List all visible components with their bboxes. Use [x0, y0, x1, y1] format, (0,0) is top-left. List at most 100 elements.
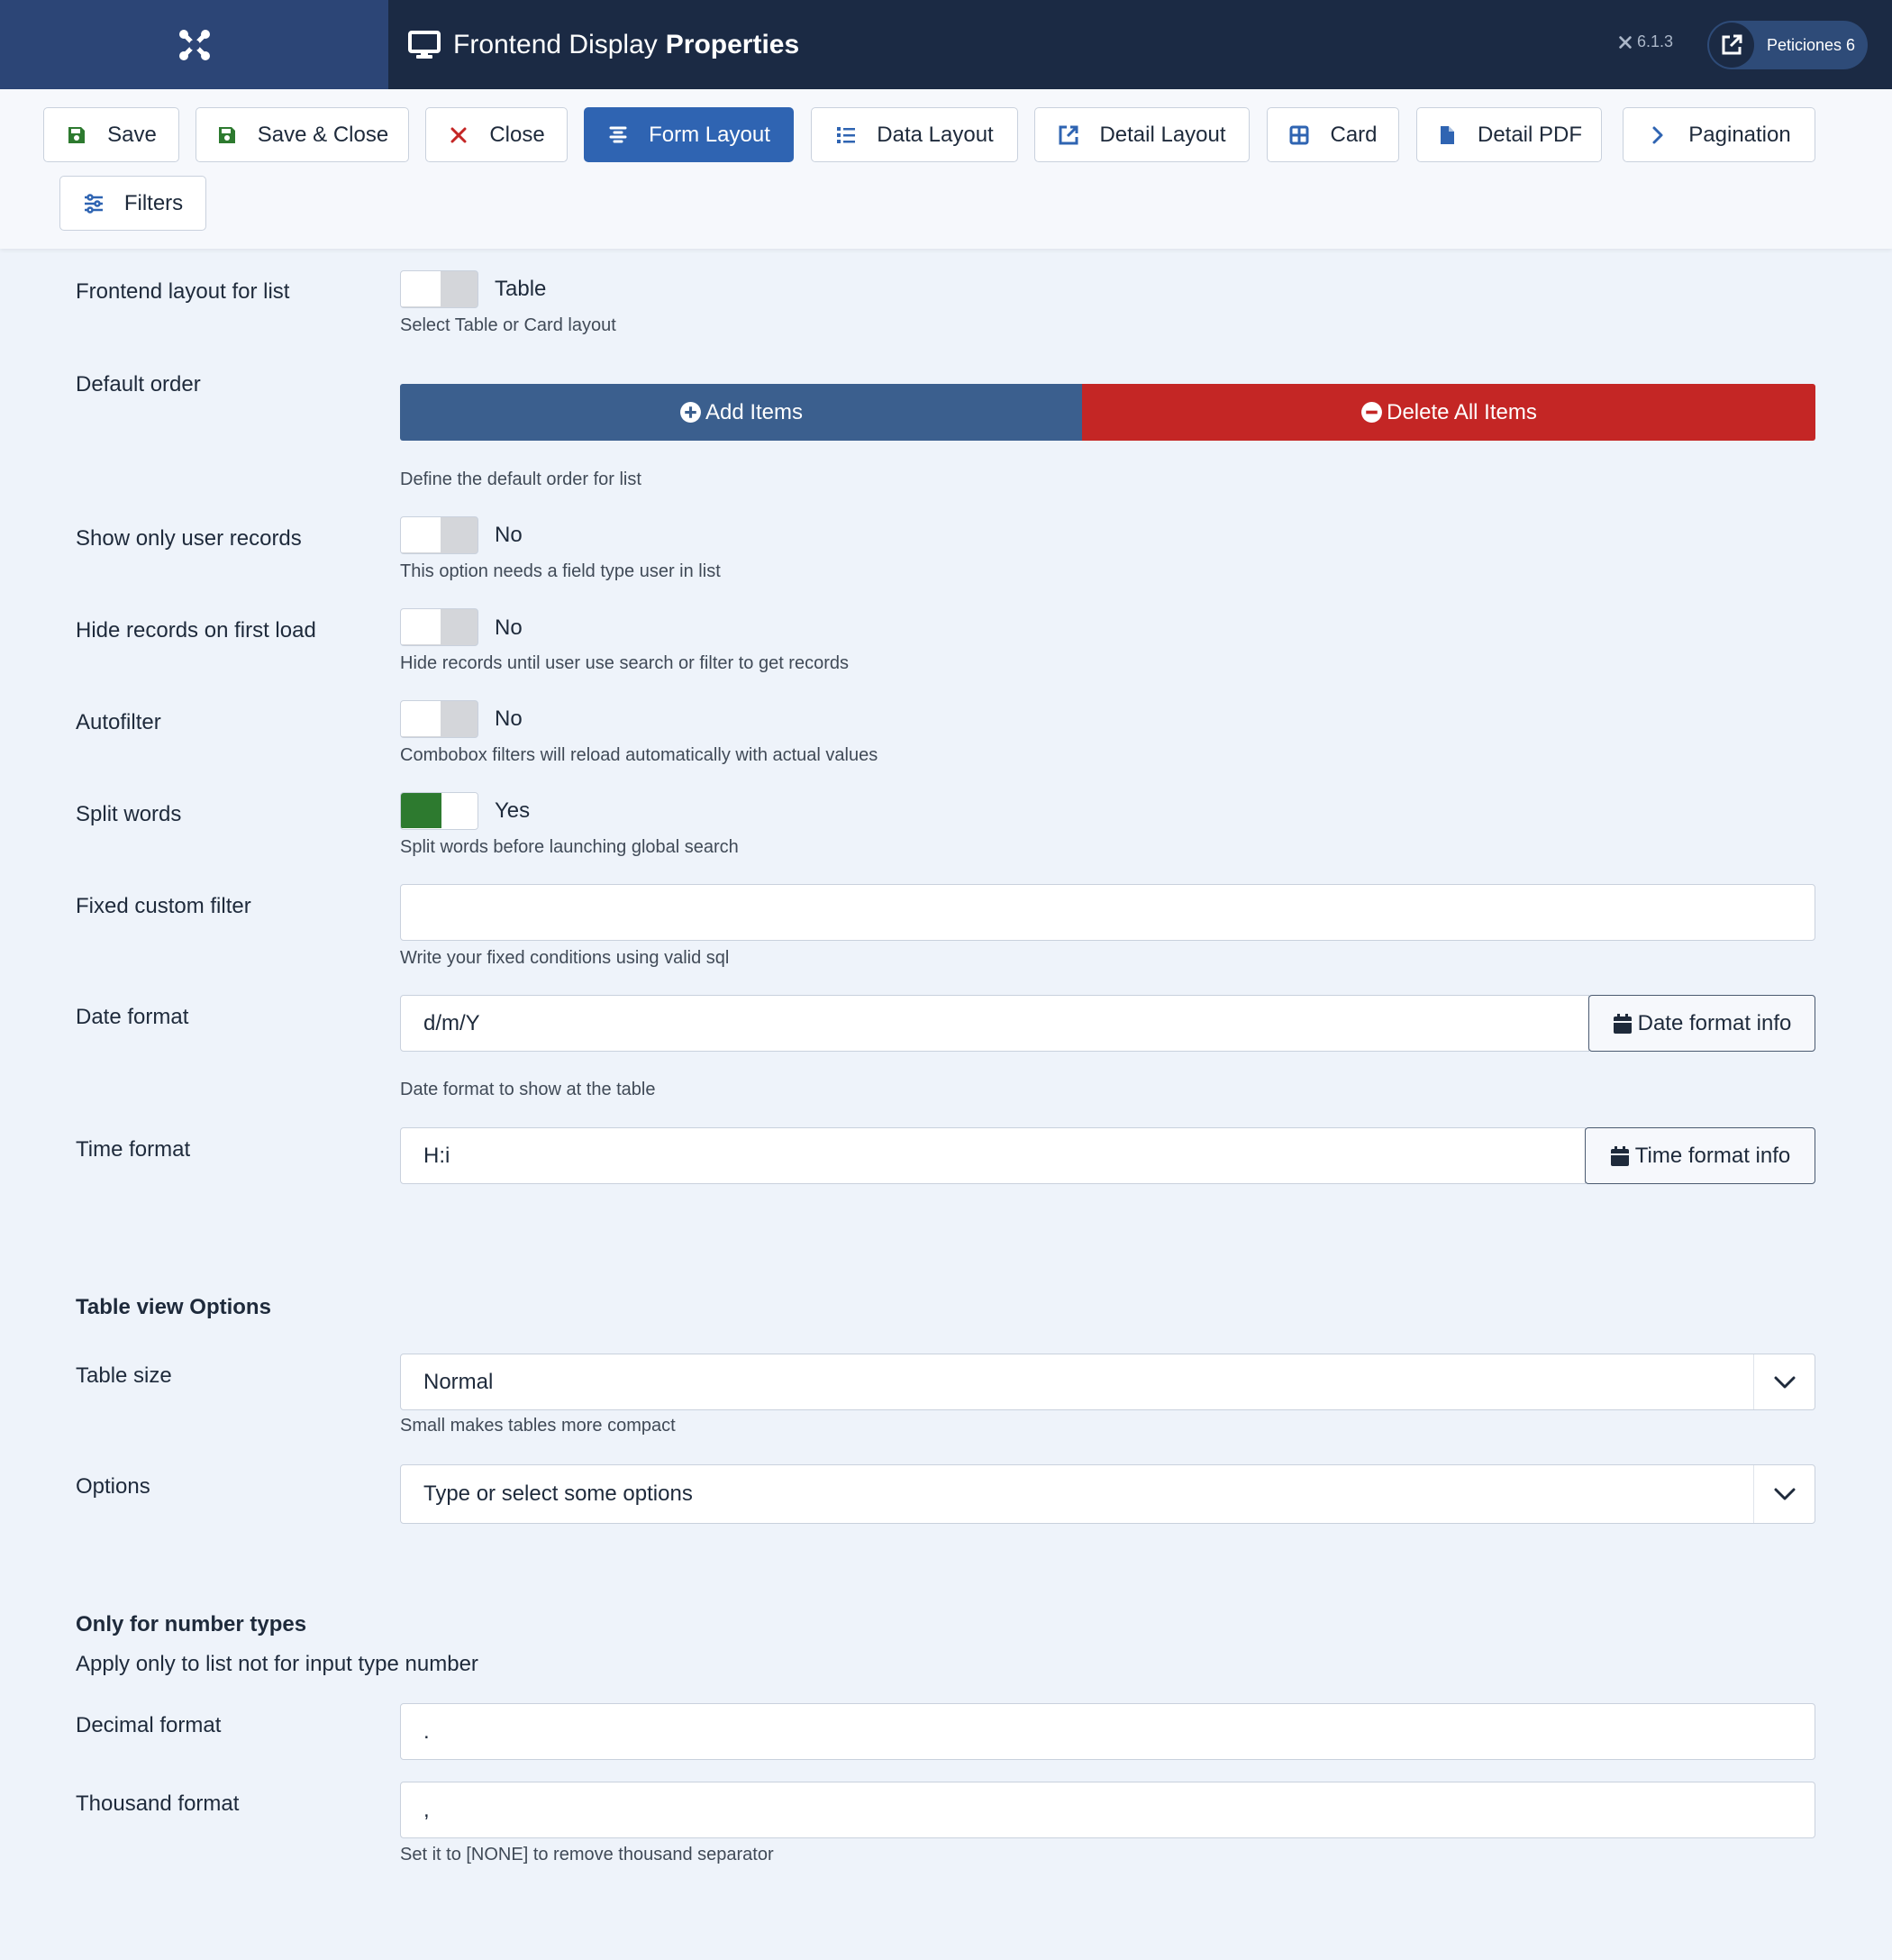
- frontend-layout-switch[interactable]: [400, 270, 478, 308]
- close-button-label: Close: [489, 122, 545, 147]
- detail-layout-button-label: Detail Layout: [1099, 122, 1226, 147]
- table-size-label: Table size: [76, 1363, 172, 1388]
- filters-button-label: Filters: [123, 190, 184, 215]
- list-icon: [837, 126, 856, 143]
- options-select[interactable]: Type or select some options: [400, 1464, 1815, 1524]
- page-title: Frontend Display Properties: [408, 30, 799, 60]
- options-label: Options: [76, 1474, 150, 1499]
- page-title-bold: Properties: [665, 29, 800, 59]
- add-items-button[interactable]: Add Items: [400, 384, 1082, 441]
- show-only-user-label: Show only user records: [76, 526, 302, 551]
- show-only-user-switch[interactable]: [400, 516, 478, 554]
- decimal-format-input[interactable]: .: [400, 1703, 1815, 1760]
- sliders-icon: [84, 193, 103, 214]
- detail-pdf-button-label: Detail PDF: [1477, 122, 1583, 147]
- split-words-switch[interactable]: [400, 792, 478, 830]
- save-button-label: Save: [107, 122, 157, 147]
- fixed-filter-input[interactable]: [400, 884, 1815, 941]
- joomla-small-icon: [1619, 35, 1632, 49]
- fixed-filter-hint: Write your fixed conditions using valid …: [400, 948, 730, 968]
- version-text: 6.1.3: [1637, 32, 1674, 50]
- detail-layout-button[interactable]: Detail Layout: [1034, 107, 1250, 162]
- site-link-button[interactable]: Peticiones 6: [1707, 21, 1868, 69]
- hide-first-load-switch[interactable]: [400, 608, 478, 646]
- brand-logo-area[interactable]: [0, 0, 388, 89]
- table-size-value: Normal: [423, 1369, 494, 1394]
- close-icon: [450, 127, 467, 142]
- external-link-icon: [1722, 34, 1742, 55]
- split-words-value: Yes: [495, 798, 531, 823]
- number-types-section-title: Only for number types: [76, 1612, 307, 1636]
- chevron-down-icon: [1774, 1376, 1795, 1388]
- form-layout-button[interactable]: Form Layout: [584, 107, 794, 162]
- hide-first-load-hint: Hide records until user use search or fi…: [400, 653, 849, 673]
- hide-first-load-value: No: [495, 615, 523, 640]
- minus-circle-icon: [1361, 402, 1383, 423]
- show-only-user-hint: This option needs a field type user in l…: [400, 561, 721, 581]
- close-button[interactable]: Close: [425, 107, 568, 162]
- autofilter-switch[interactable]: [400, 700, 478, 738]
- detail-pdf-button[interactable]: Detail PDF: [1416, 107, 1602, 162]
- save-close-button[interactable]: Save & Close: [196, 107, 409, 162]
- hide-first-load-label: Hide records on first load: [76, 618, 316, 643]
- calendar-icon: [1613, 1013, 1632, 1034]
- time-format-info-button[interactable]: Time format info: [1585, 1127, 1815, 1184]
- calendar-icon: [1610, 1145, 1629, 1166]
- default-order-label: Default order: [76, 372, 201, 397]
- save-close-button-label: Save & Close: [257, 122, 389, 147]
- decimal-format-label: Decimal format: [76, 1713, 222, 1737]
- site-link-label: Peticiones 6: [1767, 35, 1856, 54]
- thousand-format-hint: Set it to [NONE] to remove thousand sepa…: [400, 1845, 774, 1864]
- frontend-layout-label: Frontend layout for list: [76, 279, 290, 304]
- switch-fill: [401, 793, 441, 828]
- options-chevron[interactable]: [1753, 1465, 1815, 1523]
- table-size-select[interactable]: Normal: [400, 1354, 1815, 1410]
- plus-circle-icon: [680, 402, 701, 423]
- date-format-info-label: Date format info: [1637, 1010, 1792, 1035]
- card-button[interactable]: Card: [1267, 107, 1399, 162]
- page-title-regular: Frontend Display: [453, 29, 658, 59]
- save-button[interactable]: Save: [43, 107, 179, 162]
- table-view-section-title: Table view Options: [76, 1295, 271, 1319]
- thousand-format-label: Thousand format: [76, 1791, 240, 1816]
- data-layout-button-label: Data Layout: [877, 122, 994, 147]
- card-button-label: Card: [1330, 122, 1378, 147]
- switch-knob: [401, 271, 441, 306]
- time-format-label: Time format: [76, 1137, 191, 1162]
- default-order-hint: Define the default order for list: [400, 469, 641, 489]
- time-format-input[interactable]: H:i: [400, 1127, 1586, 1184]
- table-size-chevron[interactable]: [1753, 1354, 1815, 1409]
- top-header: Frontend Display Properties 6.1.3 Petici…: [0, 0, 1892, 89]
- date-format-label: Date format: [76, 1005, 189, 1029]
- data-layout-button[interactable]: Data Layout: [811, 107, 1018, 162]
- number-types-subtitle: Apply only to list not for input type nu…: [76, 1652, 478, 1676]
- table-size-hint: Small makes tables more compact: [400, 1416, 676, 1436]
- save-icon: [218, 126, 235, 143]
- frontend-layout-value: Table: [495, 277, 547, 301]
- show-only-user-value: No: [495, 523, 523, 547]
- chevron-right-icon: [1652, 126, 1663, 143]
- autofilter-value: No: [495, 707, 523, 731]
- pagination-button[interactable]: Pagination: [1623, 107, 1815, 162]
- split-words-label: Split words: [76, 802, 182, 826]
- time-format-info-label: Time format info: [1634, 1143, 1791, 1168]
- switch-knob: [401, 609, 441, 644]
- external-link-icon: [1059, 125, 1078, 144]
- delete-all-items-label: Delete All Items: [1387, 399, 1537, 424]
- save-icon: [68, 126, 86, 143]
- thousand-format-input[interactable]: ,: [400, 1782, 1815, 1838]
- joomla-icon: [178, 29, 210, 60]
- date-format-info-button[interactable]: Date format info: [1588, 995, 1815, 1052]
- chevron-down-icon: [1774, 1488, 1795, 1500]
- autofilter-label: Autofilter: [76, 710, 161, 734]
- delete-all-items-button[interactable]: Delete All Items: [1082, 384, 1815, 441]
- filters-button[interactable]: Filters: [59, 176, 206, 231]
- add-items-label: Add Items: [705, 399, 804, 424]
- switch-knob: [401, 517, 441, 552]
- date-format-input[interactable]: d/m/Y: [400, 995, 1589, 1052]
- version-badge: 6.1.3: [1617, 32, 1673, 51]
- pagination-button-label: Pagination: [1688, 122, 1791, 147]
- toolbar: Save Save & Close Close Form Layout Data…: [0, 89, 1892, 249]
- fixed-filter-label: Fixed custom filter: [76, 894, 251, 918]
- date-format-hint: Date format to show at the table: [400, 1080, 656, 1099]
